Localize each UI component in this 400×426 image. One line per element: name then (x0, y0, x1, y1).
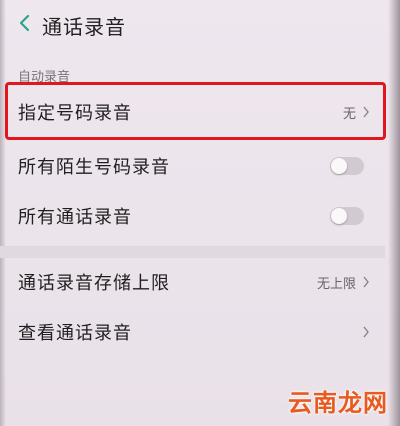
watermark-logo: 云南龙网 (288, 389, 388, 417)
chevron-right-icon (362, 326, 370, 338)
row-label: 通话录音存储上限 (18, 273, 170, 294)
row-right (330, 157, 370, 175)
all-calls-toggle[interactable] (330, 207, 364, 225)
toggle-knob (331, 158, 347, 174)
chevron-right-icon (362, 276, 370, 288)
row-unknown-numbers: 所有陌生号码录音 (0, 140, 380, 192)
row-right (362, 326, 370, 338)
row-storage-limit[interactable]: 通话录音存储上限 无上限 (0, 256, 380, 308)
toggle-knob (331, 208, 347, 224)
row-view-recordings[interactable]: 查看通话录音 (0, 306, 380, 358)
page-title: 通话录音 (42, 14, 126, 39)
call-recording-settings-screen: 通话录音 自动录音 指定号码录音 无 所有陌生号码录音 所有通话录音 通话录音存… (0, 0, 400, 426)
row-value: 无上限 (316, 276, 356, 292)
row-right: 无上限 (317, 273, 370, 292)
highlight-box (5, 82, 386, 140)
row-all-calls: 所有通话录音 (0, 190, 380, 242)
row-label: 查看通话录音 (18, 323, 132, 344)
row-label: 所有陌生号码录音 (18, 157, 170, 178)
phone-edge-right (388, 0, 400, 426)
row-right (330, 207, 370, 225)
row-label: 所有通话录音 (18, 207, 132, 228)
back-arrow-icon (18, 14, 32, 36)
unknown-numbers-toggle[interactable] (330, 157, 364, 175)
header-bar: 通话录音 (0, 0, 400, 50)
back-button[interactable] (8, 8, 42, 42)
